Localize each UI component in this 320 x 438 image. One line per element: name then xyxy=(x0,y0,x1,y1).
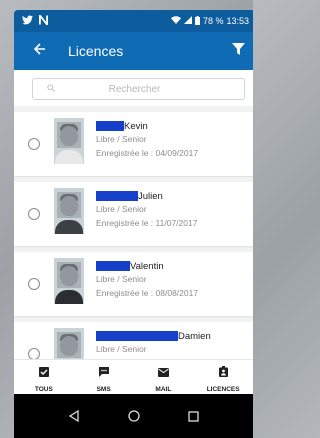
redaction xyxy=(96,121,124,131)
licence-name: Valentin xyxy=(130,260,164,272)
system-nav-bar xyxy=(14,394,253,438)
licence-info: Kevin Libre / Senior Enregistrée le : 04… xyxy=(96,118,198,158)
licence-date: Enregistrée le : 08/08/2017 xyxy=(96,288,199,298)
bottom-nav: TOUS SMS MAIL LICENCES xyxy=(14,359,253,394)
tab-label: LICENCES xyxy=(206,386,240,393)
sms-icon xyxy=(98,364,109,382)
licence-date: Enregistrée le : 04/09/2017 xyxy=(96,148,199,158)
licence-category: Libre / Senior xyxy=(96,344,147,354)
mail-icon xyxy=(157,364,169,382)
redaction xyxy=(96,191,138,201)
licence-name: Julien xyxy=(138,190,163,202)
redaction xyxy=(96,261,130,271)
n-icon xyxy=(39,12,48,28)
search-icon xyxy=(47,83,55,95)
list-item[interactable]: Damien Libre / Senior xyxy=(14,322,253,359)
tab-label: TOUS xyxy=(34,386,53,393)
wifi-icon xyxy=(170,16,181,26)
licence-category: Libre / Senior xyxy=(96,274,147,284)
clock: 13:53 xyxy=(226,16,249,26)
licence-info: Valentin Libre / Senior Enregistrée le :… xyxy=(96,258,198,298)
twitter-icon xyxy=(22,14,33,28)
tab-mail[interactable]: MAIL xyxy=(134,360,194,394)
status-left-icons xyxy=(22,12,48,28)
redaction xyxy=(96,331,178,341)
search-bar: Rechercher xyxy=(14,70,253,106)
licence-info: Damien Libre / Senior xyxy=(96,328,211,358)
licence-category: Libre / Senior xyxy=(96,134,147,144)
list-item[interactable]: Julien Libre / Senior Enregistrée le : 1… xyxy=(14,182,253,246)
battery-icon xyxy=(194,15,200,27)
licence-list: Kevin Libre / Senior Enregistrée le : 04… xyxy=(14,106,253,359)
tab-tous[interactable]: TOUS xyxy=(14,360,74,394)
status-bar: 78 % 13:53 xyxy=(14,10,253,32)
select-radio[interactable] xyxy=(28,138,40,150)
tab-label: SMS xyxy=(96,386,111,393)
avatar xyxy=(54,118,84,164)
back-arrow-icon[interactable] xyxy=(33,42,58,60)
back-triangle-icon[interactable] xyxy=(68,410,80,422)
select-radio[interactable] xyxy=(28,278,40,290)
signal-icon xyxy=(183,16,192,26)
licence-date: Enregistrée le : 11/07/2017 xyxy=(96,218,198,228)
checkbox-icon xyxy=(38,364,49,382)
tab-label: MAIL xyxy=(155,386,172,393)
licence-category: Libre / Senior xyxy=(96,204,147,214)
select-radio[interactable] xyxy=(28,348,40,359)
list-item[interactable]: Valentin Libre / Senior Enregistrée le :… xyxy=(14,252,253,316)
search-input[interactable]: Rechercher xyxy=(32,78,245,100)
tab-licences[interactable]: LICENCES xyxy=(193,360,253,394)
licence-info: Julien Libre / Senior Enregistrée le : 1… xyxy=(96,188,197,228)
filter-icon[interactable] xyxy=(232,42,245,60)
phone-frame: 78 % 13:53 Licences Rechercher Kevin Lib… xyxy=(14,10,253,438)
recents-square-icon[interactable] xyxy=(188,410,199,422)
battery-percent: 78 % xyxy=(202,16,224,26)
screen: 78 % 13:53 Licences Rechercher Kevin Lib… xyxy=(14,10,253,438)
tab-sms[interactable]: SMS xyxy=(74,360,134,394)
avatar xyxy=(54,328,84,359)
avatar xyxy=(54,188,84,234)
search-placeholder: Rechercher xyxy=(108,83,161,95)
home-circle-icon[interactable] xyxy=(128,410,140,422)
select-radio[interactable] xyxy=(28,208,40,220)
licence-name: Damien xyxy=(178,330,211,342)
avatar xyxy=(54,258,84,304)
status-right: 78 % 13:53 xyxy=(170,15,249,27)
list-item[interactable]: Kevin Libre / Senior Enregistrée le : 04… xyxy=(14,112,253,176)
badge-icon xyxy=(218,364,228,382)
page-title: Licences xyxy=(68,43,124,59)
app-bar: Licences xyxy=(14,32,253,70)
licence-name: Kevin xyxy=(124,120,148,132)
